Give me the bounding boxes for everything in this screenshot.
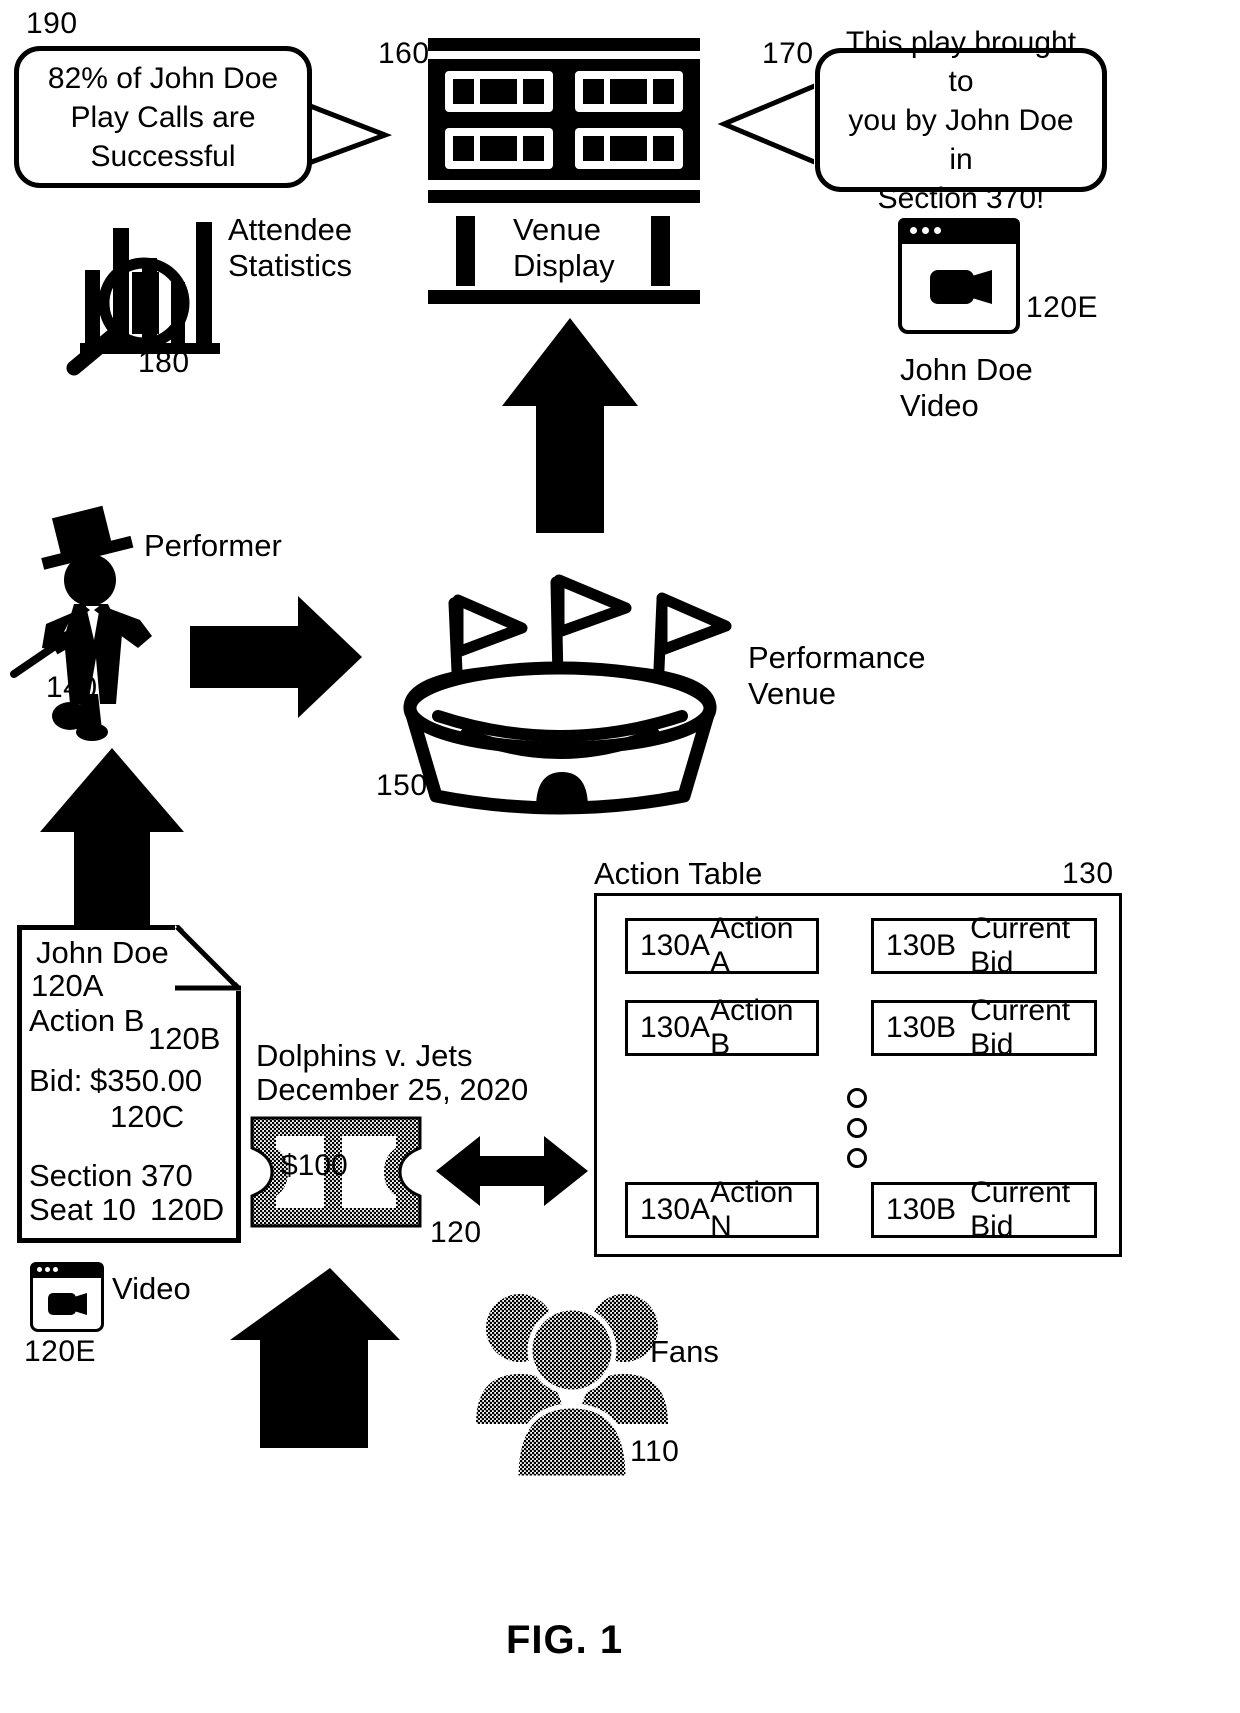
ellipsis-dot-2 <box>847 1118 867 1138</box>
document-fold-corner <box>175 925 241 991</box>
ref-130: 130 <box>1062 857 1114 890</box>
doc-name-ref-120A: 120A <box>31 968 104 1003</box>
performer-label: Performer <box>144 528 282 563</box>
camera-lens-icon-small <box>74 1293 87 1315</box>
ref-120: 120 <box>430 1216 482 1249</box>
action-ref-2: 130A <box>640 1011 711 1044</box>
ref-120E-doc-video: 120E <box>24 1335 97 1368</box>
doc-action: Action B <box>29 1003 145 1038</box>
doc-bid-ref-120C: 120C <box>110 1099 185 1134</box>
action-table-title: Action Table <box>594 856 763 891</box>
action-name-n: Action N <box>710 1176 794 1243</box>
stadium-flags-icon <box>403 574 732 815</box>
sponsor-bubble-line3: Section 370! <box>877 181 1045 215</box>
stats-bubble-line3: Successful <box>90 139 236 173</box>
bid-ref-2: 130B <box>886 1011 957 1044</box>
arrow-ticket-to-performer <box>40 748 184 934</box>
stats-speech-bubble: 82% of John Doe Play Calls are Successfu… <box>14 46 312 188</box>
john-doe-video-label-line1: John Doe <box>900 352 1033 387</box>
camera-lens-icon <box>972 270 992 304</box>
ticket-price: $100 <box>281 1149 348 1182</box>
arrow-ticket-to-action-table <box>436 1136 588 1206</box>
arrow-venue-to-display <box>502 318 638 533</box>
figure-caption: FIG. 1 <box>506 1618 624 1662</box>
table-row-bid-cell-2[interactable]: 130B Current Bid <box>871 994 1097 1061</box>
fans-label: Fans <box>650 1334 719 1369</box>
doc-bid-value: $350.00 <box>90 1063 203 1098</box>
ref-190: 190 <box>26 7 78 40</box>
arrow-fans-to-ticket <box>230 1268 458 1448</box>
bid-value-2: Current Bid <box>970 994 1071 1061</box>
table-row-action-cell-n[interactable]: 130A Action N <box>625 1176 819 1243</box>
patent-figure-1: 190 82% of John Doe Play Calls are Succe… <box>0 0 1240 1713</box>
doc-name: John Doe <box>36 935 169 970</box>
ref-120E-john-doe-video: 120E <box>1026 291 1099 324</box>
table-row-bid-cell-n[interactable]: 130B Current Bid <box>871 1176 1097 1243</box>
action-table: 130A Action A 130B Current Bid 130A Acti… <box>594 893 1122 1257</box>
performance-venue-label-line2: Venue <box>748 676 836 711</box>
table-row-bid-cell-1[interactable]: 130B Current Bid <box>871 912 1097 979</box>
attendee-stats-label-line2: Statistics <box>228 248 353 283</box>
doc-action-ref-120B: 120B <box>148 1021 221 1056</box>
bid-value-1: Current Bid <box>970 912 1071 979</box>
bid-ref-1: 130B <box>886 929 957 962</box>
ellipsis-dot-3 <box>847 1148 867 1168</box>
sponsor-speech-bubble: This play brought to you by John Doe in … <box>815 26 1107 215</box>
ref-140: 140 <box>46 671 98 704</box>
ref-150: 150 <box>376 769 428 802</box>
john-doe-video-label-line2: Video <box>900 388 979 423</box>
stats-bubble-line2: Play Calls are <box>70 100 256 134</box>
john-doe-browser-video-icon <box>898 218 1020 334</box>
attendee-stats-label-line1: Attendee <box>228 212 353 247</box>
action-name-2: Action B <box>710 994 794 1061</box>
stats-bubble-line1: 82% of John Doe <box>47 61 279 95</box>
ref-110: 110 <box>630 1435 680 1468</box>
table-row-action-cell-1[interactable]: 130A Action A <box>625 912 819 979</box>
doc-seat-ref-120D: 120D <box>150 1192 225 1227</box>
action-ref-1: 130A <box>640 929 711 962</box>
performance-venue-label-line1: Performance <box>748 640 926 675</box>
bid-value-n: Current Bid <box>970 1176 1071 1243</box>
ticket-event: Dolphins v. Jets <box>256 1038 473 1073</box>
sponsor-bubble-tail <box>717 78 828 170</box>
action-name-1: Action A <box>710 912 794 979</box>
doc-browser-video-icon <box>30 1262 104 1332</box>
ref-160: 160 <box>378 37 430 70</box>
doc-section: Section 370 <box>29 1158 193 1193</box>
venue-display-label-line2: Display <box>513 248 615 283</box>
ellipsis-dot-1 <box>847 1088 867 1108</box>
ref-180: 180 <box>138 346 190 379</box>
ticket-date: December 25, 2020 <box>256 1072 529 1107</box>
doc-seat: Seat 10 <box>29 1192 136 1227</box>
scoreboard-icon <box>428 38 700 304</box>
arrow-performer-to-venue <box>190 596 362 718</box>
venue-display-label-line1: Venue <box>513 212 601 247</box>
action-ref-n: 130A <box>640 1193 711 1226</box>
doc-video-label: Video <box>112 1271 191 1306</box>
sponsor-bubble-line2: you by John Doe in <box>848 103 1074 176</box>
table-row-action-cell-2[interactable]: 130A Action B <box>625 994 819 1061</box>
doc-bid-label: Bid: <box>29 1063 83 1098</box>
ref-170: 170 <box>762 37 814 70</box>
sponsor-bubble-line1: This play brought to <box>845 25 1077 98</box>
bid-ref-n: 130B <box>886 1193 957 1226</box>
